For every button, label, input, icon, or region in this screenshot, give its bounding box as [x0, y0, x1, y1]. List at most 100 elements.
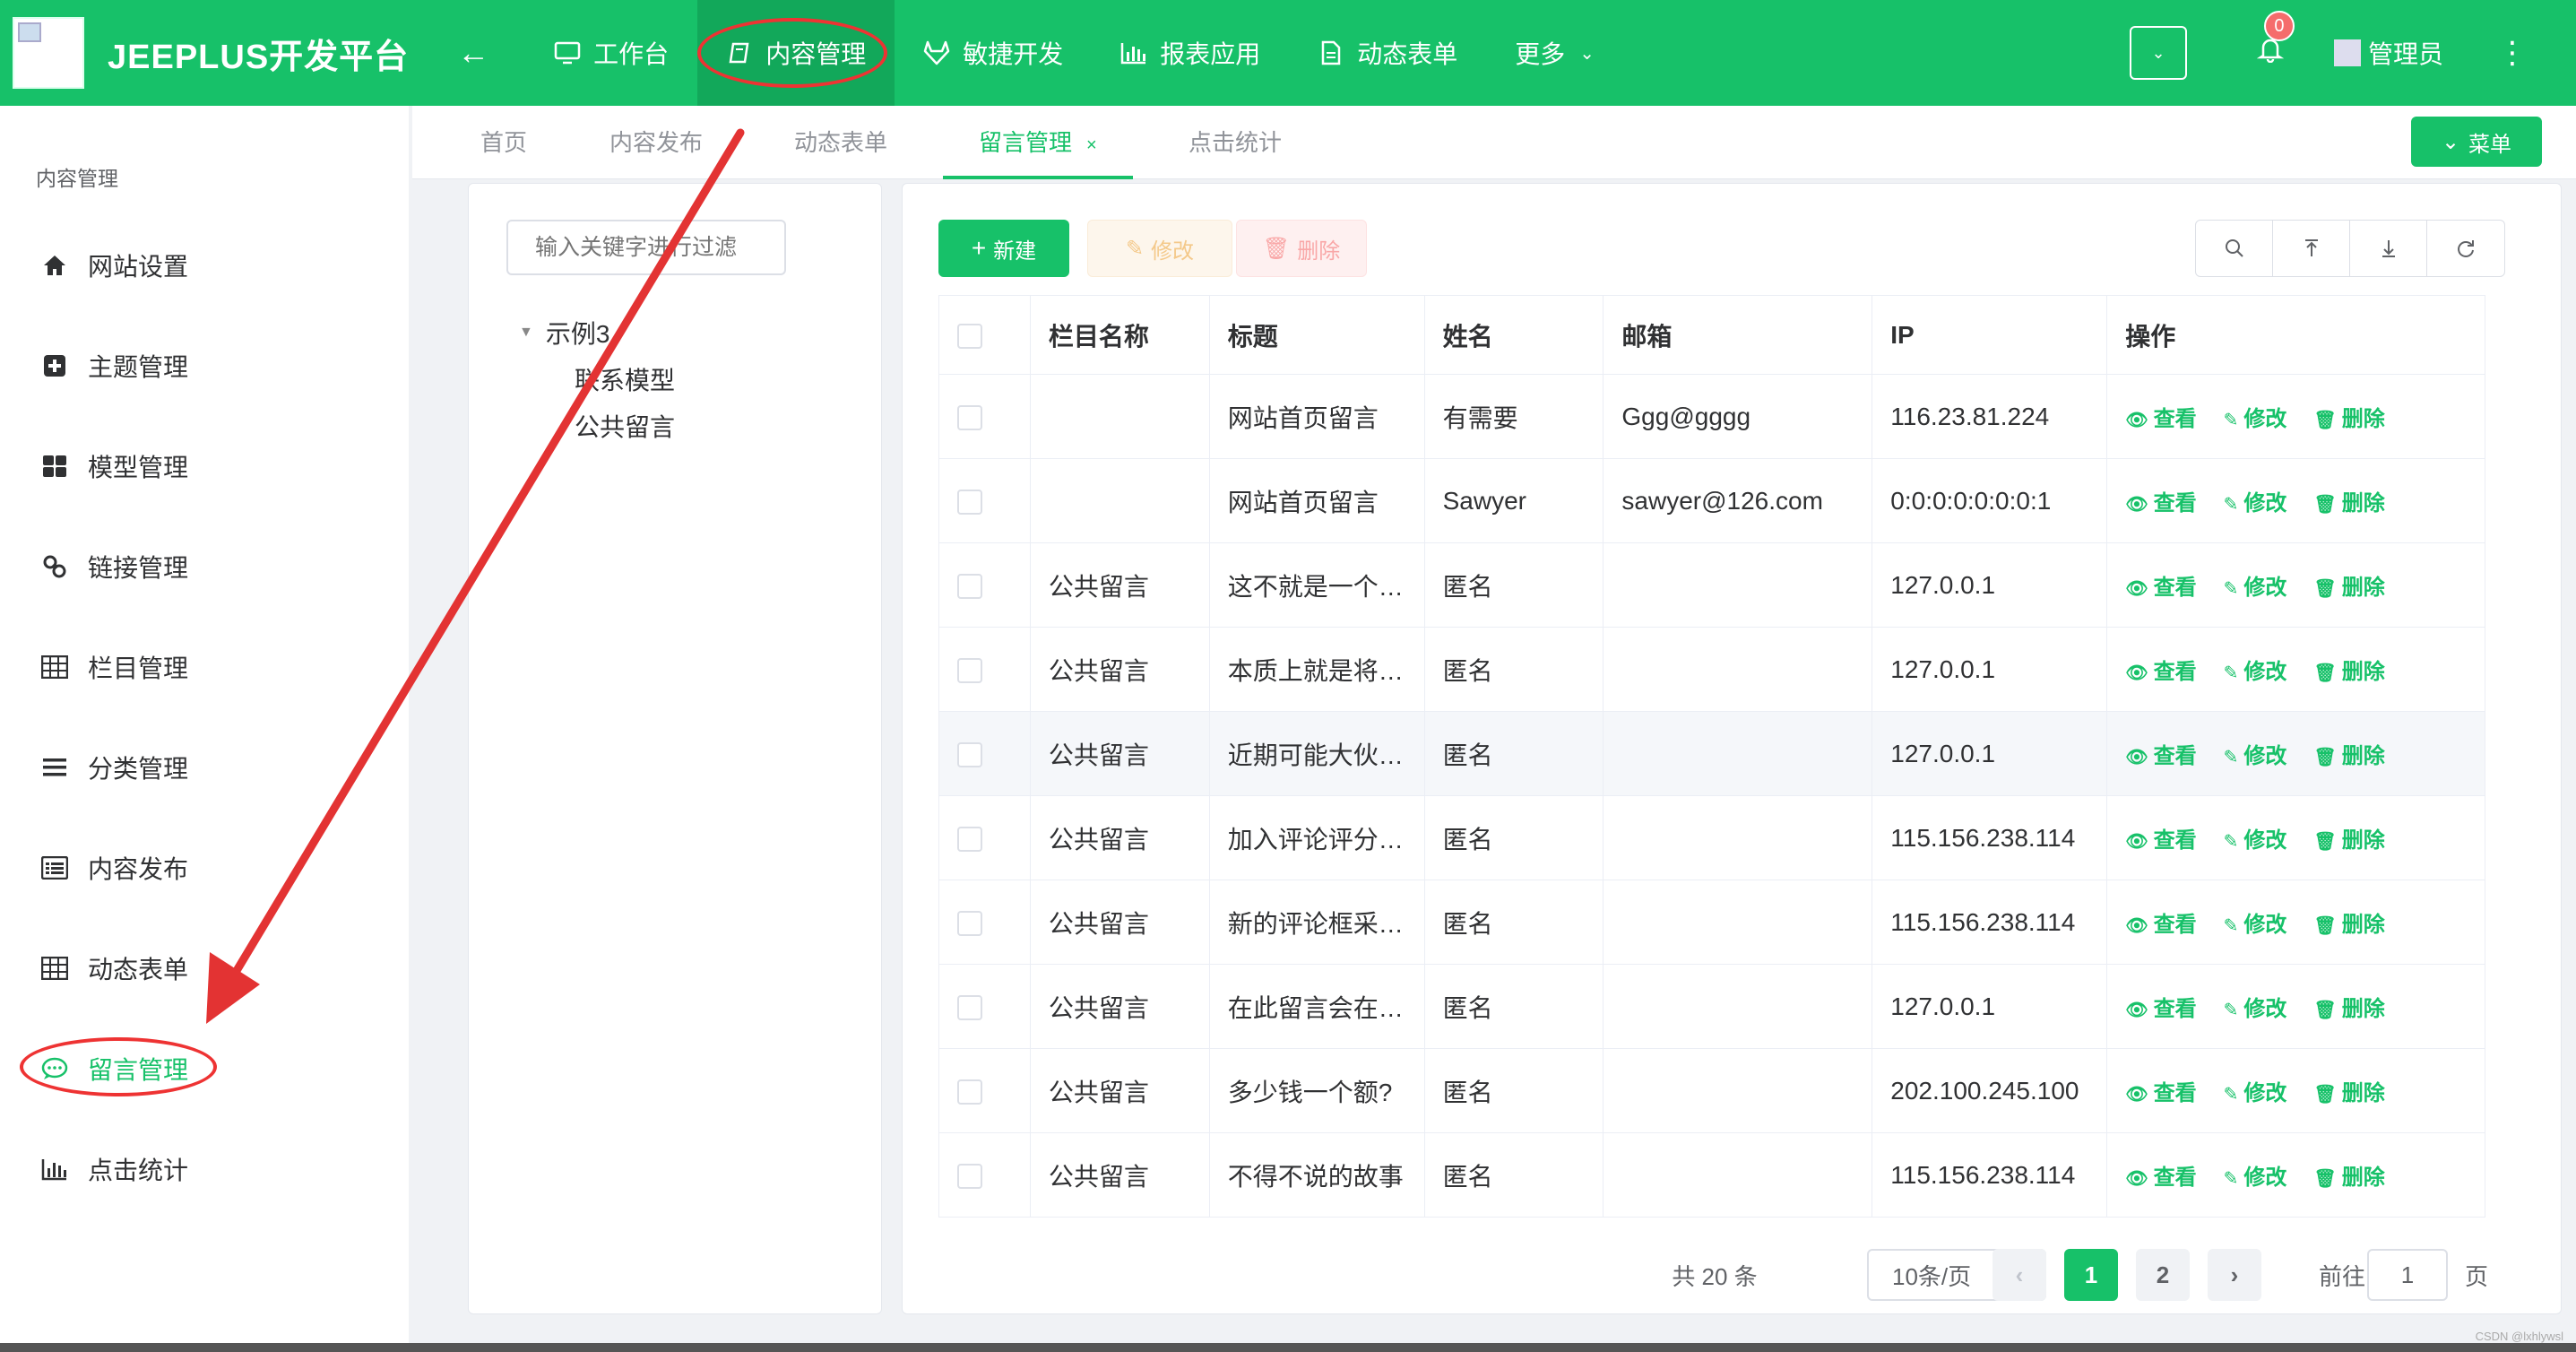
view-action[interactable]: 👁 查看 [2125, 491, 2196, 516]
table-row[interactable]: 公共留言 多少钱一个额? 匿名 202.100.245.100 👁 查看 ✎ 修改 🗑 删除 [938, 1048, 2485, 1133]
view-action[interactable]: 👁 查看 [2125, 1166, 2196, 1190]
select-all-checkbox[interactable] [957, 324, 982, 350]
nav-workbench[interactable]: 工作台 [525, 0, 697, 106]
tree-node-root[interactable]: ▼ 示例3 [519, 309, 675, 356]
next-page-button[interactable]: › [2208, 1249, 2261, 1301]
notification-bell[interactable]: 0 [2256, 11, 2295, 70]
sidebar-item[interactable]: 主题管理 [39, 339, 188, 393]
nav-content-management[interactable]: 内容管理 [697, 0, 895, 106]
delete-action[interactable]: 🗑 删除 [2313, 660, 2384, 684]
view-action[interactable]: 👁 查看 [2125, 407, 2196, 431]
table-row[interactable]: 公共留言 在此留言会在… 匿名 127.0.0.1 👁 查看 ✎ 修改 🗑 删除 [938, 964, 2485, 1049]
view-action[interactable]: 👁 查看 [2125, 997, 2196, 1021]
column-header[interactable]: 姓名 [1423, 295, 1604, 375]
menu-button[interactable]: ⌄ 菜单 [2411, 117, 2542, 167]
more-vertical-icon[interactable]: ⋮ [2497, 35, 2528, 71]
delete-action[interactable]: 🗑 删除 [2313, 1081, 2384, 1105]
tab-home[interactable]: 首页 [480, 106, 527, 179]
delete-button[interactable]: 🗑 删除 [1236, 220, 1367, 277]
download-icon[interactable] [2350, 221, 2427, 276]
delete-action[interactable]: 🗑 删除 [2313, 1166, 2384, 1190]
column-header[interactable]: IP [1871, 295, 2108, 375]
edit-action[interactable]: ✎ 修改 [2224, 1081, 2287, 1105]
dropdown-toggle-button[interactable]: ⌄ [2129, 26, 2187, 80]
nav-dynamic-form[interactable]: 动态表单 [1289, 0, 1486, 106]
table-row[interactable]: 公共留言 近期可能大伙… 匿名 127.0.0.1 👁 查看 ✎ 修改 🗑 删除 [938, 711, 2485, 796]
nav-more[interactable]: 更多 ⌄ [1486, 0, 1623, 106]
view-action[interactable]: 👁 查看 [2125, 913, 2196, 937]
row-checkbox[interactable] [957, 827, 982, 853]
edit-action[interactable]: ✎ 修改 [2224, 997, 2287, 1021]
upload-icon[interactable] [2273, 221, 2350, 276]
delete-action[interactable]: 🗑 删除 [2313, 997, 2384, 1021]
page-1-button[interactable]: 1 [2064, 1249, 2118, 1301]
row-checkbox[interactable] [957, 911, 982, 937]
view-action[interactable]: 👁 查看 [2125, 660, 2196, 684]
column-header[interactable]: 标题 [1208, 295, 1425, 375]
table-row[interactable]: 网站首页留言 Sawyer sawyer@126.com 0:0:0:0:0:0:0:… [938, 458, 2485, 543]
row-checkbox[interactable] [957, 1164, 982, 1190]
goto-page-input[interactable]: 1 [2367, 1249, 2448, 1301]
new-button[interactable]: + 新建 [938, 220, 1069, 277]
table-row[interactable]: 公共留言 不得不说的故事 匿名 115.156.238.114 👁 查看 ✎ 修改 🗑 删除 [938, 1132, 2485, 1218]
back-arrow-icon[interactable]: ← [457, 34, 489, 72]
close-icon[interactable]: × [1086, 135, 1097, 155]
row-checkbox[interactable] [957, 742, 982, 768]
delete-action[interactable]: 🗑 删除 [2313, 828, 2384, 853]
row-checkbox[interactable] [957, 574, 982, 600]
view-action[interactable]: 👁 查看 [2125, 576, 2196, 600]
edit-action[interactable]: ✎ 修改 [2224, 744, 2287, 768]
delete-action[interactable]: 🗑 删除 [2313, 491, 2384, 516]
prev-page-button[interactable]: ‹ [1993, 1249, 2046, 1301]
table-row[interactable]: 公共留言 新的评论框采… 匿名 115.156.238.114 👁 查看 ✎ 修改 🗑 删除 [938, 880, 2485, 965]
search-icon[interactable] [2196, 221, 2273, 276]
nav-agile-dev[interactable]: 敏捷开发 [895, 0, 1092, 106]
edit-action[interactable]: ✎ 修改 [2224, 913, 2287, 937]
refresh-icon[interactable] [2427, 221, 2504, 276]
edit-action[interactable]: ✎ 修改 [2224, 407, 2287, 431]
table-row[interactable]: 公共留言 这不就是一个… 匿名 127.0.0.1 👁 查看 ✎ 修改 🗑 删除 [938, 542, 2485, 628]
tab-click-stats[interactable]: 点击统计 [1189, 106, 1282, 179]
edit-action[interactable]: ✎ 修改 [2224, 828, 2287, 853]
sidebar-item[interactable]: 模型管理 [39, 439, 188, 493]
row-checkbox[interactable] [957, 1079, 982, 1105]
sidebar-item[interactable]: 链接管理 [39, 540, 188, 594]
view-action[interactable]: 👁 查看 [2125, 744, 2196, 768]
row-checkbox[interactable] [957, 405, 982, 431]
view-action[interactable]: 👁 查看 [2125, 828, 2196, 853]
delete-action[interactable]: 🗑 删除 [2313, 744, 2384, 768]
column-header[interactable]: 邮箱 [1603, 295, 1873, 375]
column-header[interactable]: 栏目名称 [1029, 295, 1210, 375]
edit-button[interactable]: ✎ 修改 [1087, 220, 1232, 277]
tab-message-management[interactable]: 留言管理 × [943, 106, 1133, 179]
tree-node[interactable]: 联系模型 [519, 356, 675, 403]
view-action[interactable]: 👁 查看 [2125, 1081, 2196, 1105]
table-row[interactable]: 公共留言 加入评论评分… 匿名 115.156.238.114 👁 查看 ✎ 修改 🗑 删除 [938, 795, 2485, 880]
user-menu[interactable]: 管理员 [2333, 35, 2443, 71]
sidebar-item[interactable]: 网站设置 [39, 238, 188, 292]
delete-action[interactable]: 🗑 删除 [2313, 913, 2384, 937]
tab-dynamic-form[interactable]: 动态表单 [794, 106, 887, 179]
sidebar-item[interactable]: 栏目管理 [39, 640, 188, 694]
edit-action[interactable]: ✎ 修改 [2224, 576, 2287, 600]
row-checkbox[interactable] [957, 995, 982, 1021]
sidebar-item[interactable]: 动态表单 [39, 941, 188, 995]
table-row[interactable]: 网站首页留言 有需要 Ggg@gggg 116.23.81.224 👁 查看 ✎ 修改 🗑 删除 [938, 374, 2485, 459]
sidebar-item[interactable]: 点击统计 [39, 1142, 188, 1196]
sidebar-item[interactable]: 内容发布 [39, 841, 188, 895]
page-2-button[interactable]: 2 [2136, 1249, 2190, 1301]
nav-report-app[interactable]: 报表应用 [1092, 0, 1289, 106]
row-checkbox[interactable] [957, 490, 982, 516]
delete-action[interactable]: 🗑 删除 [2313, 407, 2384, 431]
edit-action[interactable]: ✎ 修改 [2224, 660, 2287, 684]
caret-down-icon[interactable]: ▼ [519, 325, 533, 341]
row-checkbox[interactable] [957, 658, 982, 684]
tab-content-publish[interactable]: 内容发布 [609, 106, 703, 179]
edit-action[interactable]: ✎ 修改 [2224, 491, 2287, 516]
tree-filter-input[interactable] [506, 220, 786, 275]
table-row[interactable]: 公共留言 本质上就是将… 匿名 127.0.0.1 👁 查看 ✎ 修改 🗑 删除 [938, 627, 2485, 712]
delete-action[interactable]: 🗑 删除 [2313, 576, 2384, 600]
sidebar-item[interactable]: 分类管理 [39, 741, 188, 794]
tree-node[interactable]: 公共留言 [519, 403, 675, 449]
edit-action[interactable]: ✎ 修改 [2224, 1166, 2287, 1190]
